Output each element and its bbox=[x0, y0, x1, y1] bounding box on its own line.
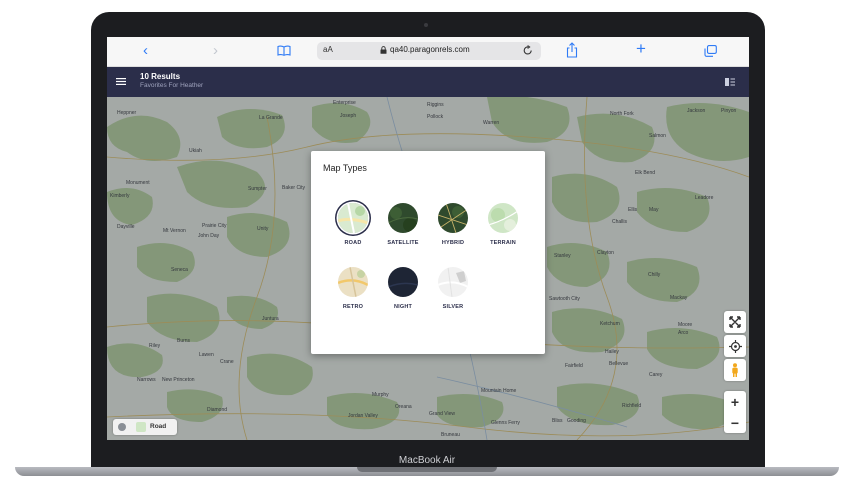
forward-button[interactable]: › bbox=[213, 42, 218, 60]
road-swatch bbox=[338, 203, 368, 233]
app-header: 10 Results Favorites For Heather bbox=[107, 67, 749, 97]
zoom-in-button[interactable]: + bbox=[724, 391, 746, 412]
book-icon[interactable] bbox=[277, 45, 291, 56]
zoom-out-button[interactable]: − bbox=[724, 412, 746, 433]
map-type-hybrid[interactable]: HYBRID bbox=[428, 203, 478, 246]
type-label: HYBRID bbox=[441, 240, 465, 246]
type-label: NIGHT bbox=[393, 304, 413, 310]
share-icon[interactable] bbox=[566, 42, 578, 58]
zoom-control: + − bbox=[724, 391, 746, 433]
layer-toggle[interactable]: Road bbox=[113, 419, 177, 435]
tabs-icon[interactable] bbox=[704, 45, 717, 57]
terrain-swatch bbox=[488, 203, 518, 233]
map-type-retro[interactable]: RETRO bbox=[328, 267, 378, 310]
crosshair-icon bbox=[728, 339, 742, 353]
street-view-button[interactable] bbox=[724, 359, 746, 381]
map-type-night[interactable]: NIGHT bbox=[378, 267, 428, 310]
url-text: qa40.paragonrels.com bbox=[390, 45, 470, 54]
map-type-terrain[interactable]: TERRAIN bbox=[478, 203, 528, 246]
expand-icon bbox=[729, 316, 741, 328]
results-count: 10 Results bbox=[140, 72, 181, 81]
type-label: SATELLITE bbox=[387, 240, 419, 246]
layers-icon bbox=[118, 423, 126, 431]
lock-icon bbox=[380, 46, 387, 54]
screen: ‹ › aA qa40.paragonrels.com + 10 Results… bbox=[107, 37, 749, 440]
type-label: RETRO bbox=[342, 304, 364, 310]
camera bbox=[424, 23, 428, 27]
list-panel-icon[interactable] bbox=[725, 78, 735, 86]
favorites-subtitle: Favorites For Heather bbox=[140, 82, 204, 89]
browser-toolbar: ‹ › aA qa40.paragonrels.com + bbox=[107, 37, 749, 67]
fullscreen-button[interactable] bbox=[724, 311, 746, 333]
address-bar[interactable]: aA qa40.paragonrels.com bbox=[317, 42, 541, 60]
map-type-road[interactable]: ROAD bbox=[328, 203, 378, 246]
back-button[interactable]: ‹ bbox=[143, 42, 148, 60]
type-label: SILVER bbox=[442, 304, 464, 310]
map-type-satellite[interactable]: SATELLITE bbox=[378, 203, 428, 246]
silver-swatch bbox=[438, 267, 468, 297]
type-label: ROAD bbox=[344, 240, 362, 246]
road-thumbnail bbox=[136, 422, 146, 432]
retro-swatch bbox=[338, 267, 368, 297]
dialog-title: Map Types bbox=[323, 163, 367, 173]
laptop-notch bbox=[357, 467, 497, 472]
device-label: MacBook Air bbox=[398, 455, 456, 466]
locate-button[interactable] bbox=[724, 335, 746, 357]
pegman-icon bbox=[732, 363, 738, 377]
hamburger-menu-icon[interactable] bbox=[116, 78, 126, 85]
hybrid-swatch bbox=[438, 203, 468, 233]
map-types-dialog: Map Types ROAD SATELLITE HYBRID TERRAIN bbox=[311, 151, 545, 354]
satellite-swatch bbox=[388, 203, 418, 233]
type-label: TERRAIN bbox=[490, 240, 516, 246]
layer-label: Road bbox=[150, 423, 167, 430]
map-type-silver[interactable]: SILVER bbox=[428, 267, 478, 310]
new-tab-button[interactable]: + bbox=[636, 40, 646, 58]
reader-aa-button[interactable]: aA bbox=[323, 45, 333, 54]
reload-icon[interactable] bbox=[523, 45, 533, 56]
night-swatch bbox=[388, 267, 418, 297]
